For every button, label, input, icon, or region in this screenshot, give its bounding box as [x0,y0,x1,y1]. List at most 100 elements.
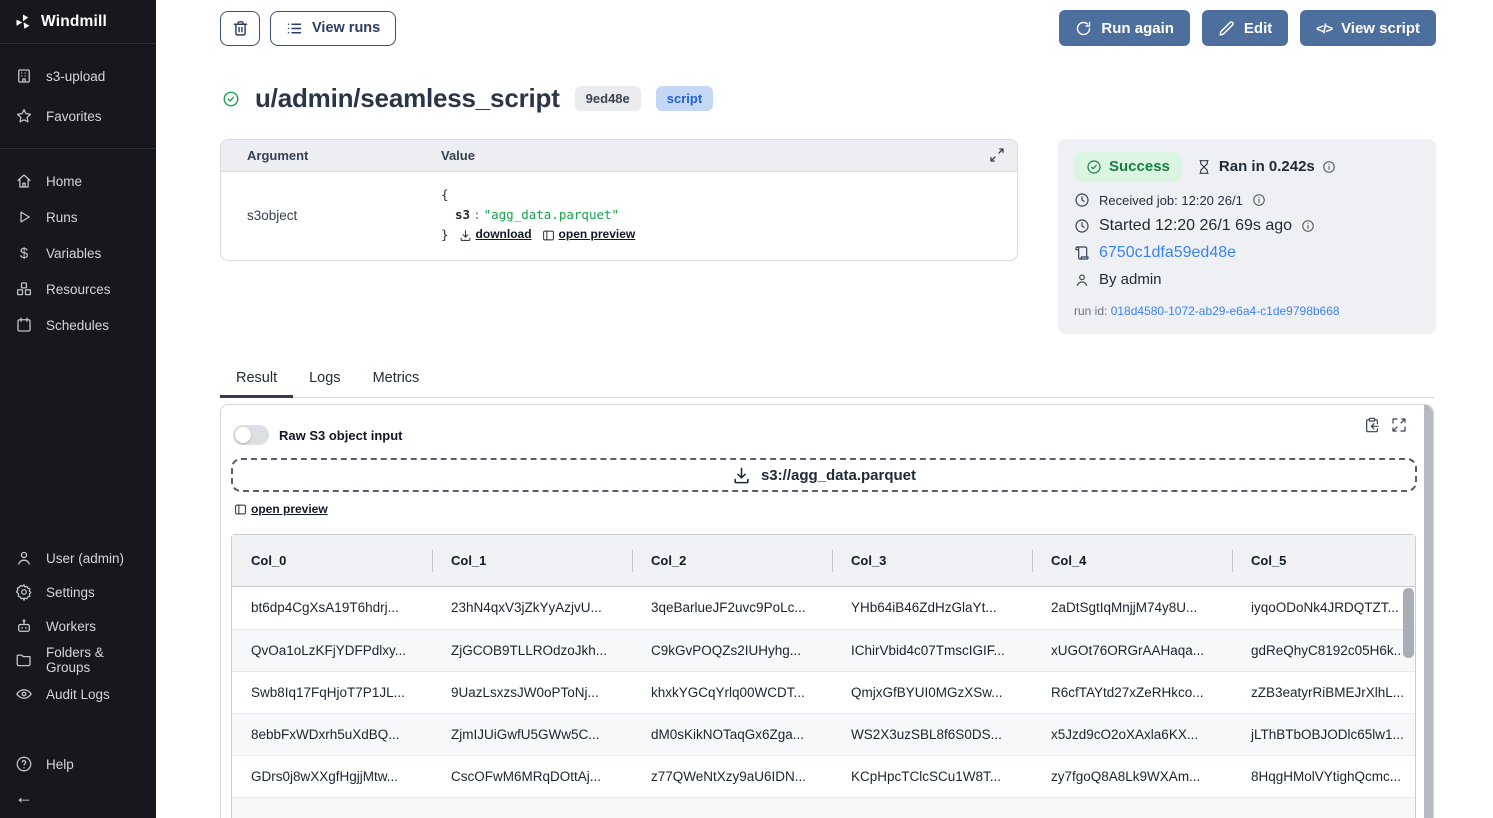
clipboard-copy-icon[interactable] [1364,417,1380,433]
sidebar-item-label: Folders & Groups [46,645,141,675]
parquet-preview-table: Col_0Col_1Col_2Col_3Col_4Col_5 bt6dp4CgX… [231,534,1416,818]
download-link[interactable]: download [459,225,532,244]
sidebar-item-runs[interactable]: Runs [0,199,156,235]
table-cell: ZjGCOB9TLLROdzoJkh... [432,629,632,671]
table-body: bt6dp4CgXsA19T6hdrj...23hN4qxV3jZkYyAzjv… [232,587,1415,818]
sidebar-item-s3-upload[interactable]: s3-upload [0,56,156,96]
argument-name: s3object [221,185,441,245]
result-panel-scrollbar[interactable] [1424,405,1433,818]
sidebar-item-help[interactable]: Help [0,747,156,781]
sidebar-item-label: s3-upload [46,69,105,84]
json-colon: : [470,207,484,222]
status-badge-label: Success [1109,158,1170,175]
folder-icon [15,651,33,669]
raw-s3-toggle-label: Raw S3 object input [279,428,403,443]
raw-s3-toggle[interactable] [233,425,269,445]
open-preview-label: open preview [251,502,328,516]
help-icon [15,755,33,773]
download-label: download [476,225,532,244]
success-check-icon [222,90,240,108]
table-cell: 8ebbFxWDxrh5uXdBQ... [232,713,432,755]
scroll-icon [1074,245,1090,261]
arguments-table-row: s3object { s3:"agg_data.parquet" } downl… [221,172,1017,260]
refresh-icon [1075,20,1092,37]
table-cell: zy7fgoQ8A8Lk9WXAm... [1032,755,1232,797]
table-scrollbar-thumb[interactable] [1403,588,1414,658]
view-script-label: View script [1341,20,1420,37]
robot-icon [15,617,33,635]
expand-icon[interactable] [1391,417,1407,433]
delete-button[interactable] [220,11,260,46]
table-cell: C9kGvPOQZs2IUHyhg... [632,629,832,671]
parquet-preview-table-wrap: Col_0Col_1Col_2Col_3Col_4Col_5 bt6dp4CgX… [231,534,1416,818]
column-header: Col_4 [1032,535,1232,587]
sidebar-item-resources[interactable]: Resources [0,271,156,307]
home-icon [15,172,33,190]
tab-result[interactable]: Result [220,362,293,398]
table-row: GDrs0j8wXXgfHgjjMtw...CscOFwM6MRqDOttAj.… [232,755,1415,797]
sidebar-item-variables[interactable]: $ Variables [0,235,156,271]
boxes-icon [15,280,33,298]
status-row-received: Received job: 12:20 26/1 [1074,192,1420,208]
expand-arguments-button[interactable] [989,147,1005,166]
eye-icon [15,685,33,703]
argument-column-header: Argument [221,148,441,163]
column-header: Col_0 [232,535,432,587]
s3-uri-label: s3://agg_data.parquet [761,467,916,484]
view-runs-button[interactable]: View runs [270,11,396,46]
table-cell [1032,797,1232,818]
arguments-table-header: Argument Value [221,140,1017,172]
page-title: u/admin/seamless_script [255,83,560,114]
column-header: Col_5 [1232,535,1415,587]
view-script-button[interactable]: </> View script [1300,10,1436,46]
duration-label: Ran in 0.242s [1219,158,1315,175]
table-cell: gdReQhyC8192c05H6k.. [1232,629,1415,671]
sidebar-item-settings[interactable]: Settings [0,575,156,609]
play-icon [15,208,33,226]
run-again-button[interactable]: Run again [1059,10,1190,46]
check-circle-icon [1086,159,1102,175]
json-line: s3:"agg_data.parquet" [441,205,635,225]
result-tabs: Result Logs Metrics [220,362,1434,398]
sidebar-item-schedules[interactable]: Schedules [0,307,156,343]
table-cell: zZB3eatyrRiBMEJrXlhL... [1232,671,1415,713]
open-preview-link[interactable]: open preview [542,225,636,244]
building-icon [15,67,33,85]
toolbar-right: Run again Edit </> View script [1059,10,1436,46]
expand-icon [989,147,1005,163]
table-row: 8ebbFxWDxrh5uXdBQ...ZjmIJUiGwfU5GWw5C...… [232,713,1415,755]
tab-logs[interactable]: Logs [293,362,356,398]
table-cell: xUGOt76ORGrAAHaqa... [1032,629,1232,671]
info-icon[interactable] [1252,193,1266,207]
download-icon [732,466,751,485]
sidebar-item-folders-groups[interactable]: Folders & Groups [0,643,156,677]
table-cell: z77QWeNtXzy9aU6IDN... [632,755,832,797]
info-icon[interactable] [1301,219,1315,233]
run-id-link[interactable]: 018d4580-1072-ab29-e6a4-c1de9798b668 [1111,304,1340,318]
s3-file-download-box[interactable]: s3://agg_data.parquet [231,458,1417,492]
sidebar-item-label: Settings [46,585,95,600]
sidebar-item-workers[interactable]: Workers [0,609,156,643]
sidebar-item-home[interactable]: Home [0,163,156,199]
sidebar-item-user[interactable]: User (admin) [0,541,156,575]
main-content: View runs Run again Edit </> [156,0,1493,818]
table-header-row: Col_0Col_1Col_2Col_3Col_4Col_5 [232,535,1415,587]
table-cell [632,797,832,818]
tab-metrics[interactable]: Metrics [357,362,436,398]
arguments-table: Argument Value s3object { s3:"agg_data.p… [220,139,1018,261]
open-preview-link[interactable]: open preview [234,502,328,516]
run-again-label: Run again [1101,20,1174,37]
table-cell [432,797,632,818]
edit-button[interactable]: Edit [1202,10,1288,46]
table-cell: KCpHpcTClcSCu1W8T... [832,755,1032,797]
script-hash-link[interactable]: 6750c1dfa59ed48e [1099,244,1236,262]
sidebar-item-audit-logs[interactable]: Audit Logs [0,677,156,711]
status-row-hash: 6750c1dfa59ed48e [1074,244,1420,262]
table-row: QvOa1oLzKFjYDFPdlxy...ZjGCOB9TLLROdzoJkh… [232,629,1415,671]
status-panel: Success Ran in 0.242s [1058,139,1436,334]
collapse-sidebar-button[interactable]: ← [0,781,156,818]
sidebar-item-favorites[interactable]: Favorites [0,96,156,136]
info-icon[interactable] [1322,160,1336,174]
result-panel-actions [1364,417,1407,433]
brand-label: Windmill [41,13,107,31]
